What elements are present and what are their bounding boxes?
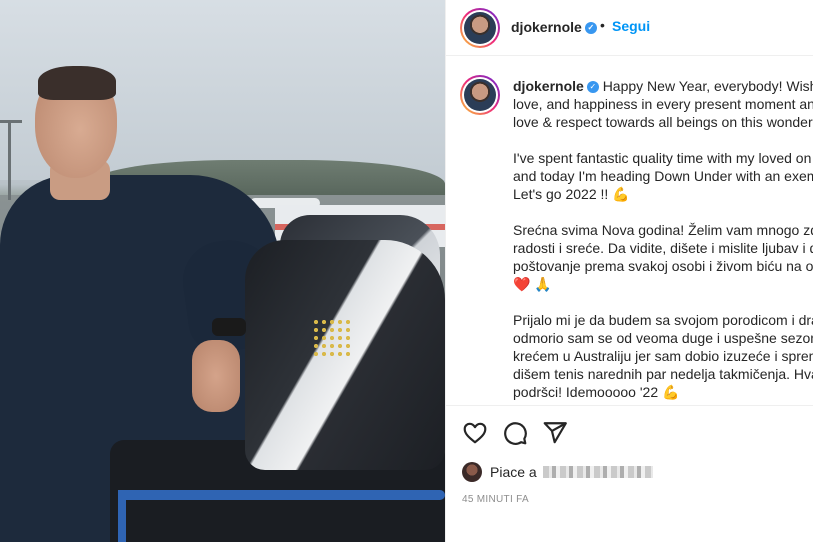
caption-line: Srećna svima Nova godina! Želim vam mnog… (513, 222, 813, 238)
photo-cart-rail (118, 490, 445, 500)
photo-lamp-head (0, 120, 22, 123)
likes-prefix: Piace a (490, 464, 537, 480)
caption-line: dišem tenis narednih par nedelja takmiče… (513, 366, 813, 382)
avatar[interactable] (460, 8, 500, 48)
post-header: djokernole ✓ • Segui (446, 0, 813, 56)
avatar-image (464, 79, 496, 111)
caption-line: radosti i sreće. Da vidite, dišete i mis… (513, 240, 813, 256)
caption-line: ❤️ 🙏 (513, 276, 552, 292)
caption-line: love, and happiness in every present mom… (513, 96, 813, 112)
caption-text: djokernole ✓ Happy New Year, everybody! W… (513, 77, 813, 405)
caption-line: love & respect towards all beings on thi… (513, 114, 813, 130)
verified-badge-icon: ✓ (586, 81, 599, 94)
username-link[interactable]: djokernole ✓ (511, 19, 597, 35)
post-footer: Piace a 45 MINUTI FA (446, 405, 813, 542)
share-icon[interactable] (542, 420, 568, 446)
photo-cart-post (118, 490, 126, 542)
photo-bag-pattern (312, 318, 350, 358)
photo-lamp-post (8, 120, 11, 200)
caption-area: djokernole ✓ Happy New Year, everybody! W… (446, 57, 813, 405)
avatar-image (464, 12, 496, 44)
photo-person-hair (38, 66, 116, 100)
follow-button[interactable]: Segui (612, 18, 650, 34)
comment-icon[interactable] (502, 420, 528, 446)
caption-line: Happy New Year, everybody! Wishi (602, 78, 813, 94)
caption-line: and today I'm heading Down Under with an… (513, 168, 813, 184)
post-timestamp[interactable]: 45 MINUTI FA (462, 494, 529, 505)
caption-line: krećem u Australiju jer sam dobio izuzeć… (513, 348, 813, 364)
caption-line: I've spent fantastic quality time with m… (513, 150, 812, 166)
caption-line: podršci! Idemooooo '22 💪 (513, 384, 680, 400)
caption-avatar[interactable] (460, 75, 500, 115)
verified-badge-icon: ✓ (584, 22, 597, 35)
separator-dot: • (600, 17, 605, 33)
caption-paragraph: I've spent fantastic quality time with m… (513, 149, 813, 203)
likes-row[interactable]: Piace a (462, 461, 653, 483)
caption-paragraph: djokernole ✓ Happy New Year, everybody! W… (513, 77, 813, 131)
caption-line: Let's go 2022 !! 💪 (513, 186, 630, 202)
username-text: djokernole (511, 19, 582, 35)
heart-icon[interactable] (462, 420, 488, 446)
liker-avatar (462, 462, 482, 482)
photo-watch (212, 318, 246, 336)
caption-line: odmorio sam se od veoma duge i uspešne s… (513, 330, 813, 346)
post-side-panel: djokernole ✓ • Segui djokernole ✓ Happy Ne… (445, 0, 813, 542)
photo-person-hand (192, 340, 240, 412)
caption-line: Prijalo mi je da budem sa svojom porodic… (513, 312, 813, 328)
post-photo[interactable] (0, 0, 445, 542)
caption-username-link[interactable]: djokernole (513, 78, 584, 94)
caption-line: poštovanje prema svakoj osobi i živom bi… (513, 258, 813, 274)
caption-paragraph: Srećna svima Nova godina! Želim vam mnog… (513, 221, 813, 293)
action-bar (462, 420, 568, 446)
caption-paragraph: Prijalo mi je da budem sa svojom porodic… (513, 311, 813, 401)
likes-names-blurred (542, 466, 653, 478)
